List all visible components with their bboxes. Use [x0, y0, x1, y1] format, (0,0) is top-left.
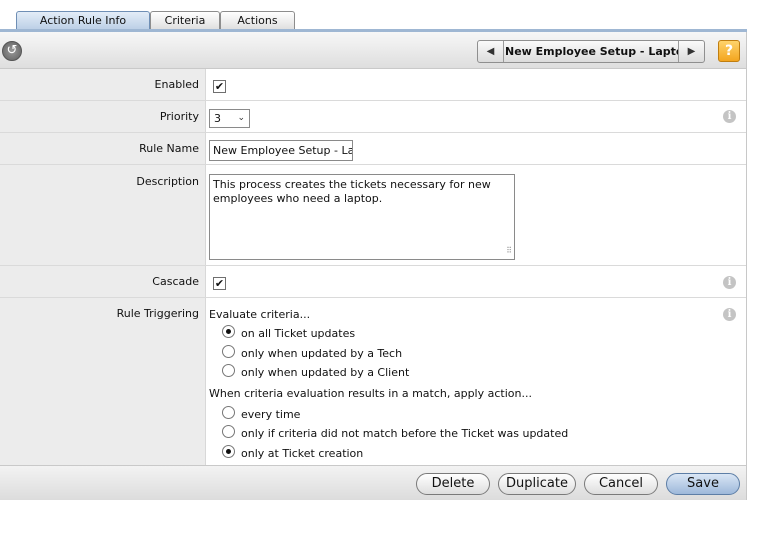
footer-action-bar: Delete Duplicate Cancel Save [0, 465, 746, 500]
label-cell: Rule Triggering [0, 298, 206, 465]
radio-button[interactable] [222, 406, 235, 419]
cascade-row: Cascade ✔ i [0, 266, 746, 298]
radio-label: every time [241, 408, 301, 421]
label-cell: Rule Name [0, 133, 206, 164]
priority-row: Priority 3 ⌄ i [0, 101, 746, 133]
enabled-row: Enabled ✔ [0, 69, 746, 101]
evaluate-criteria-heading: Evaluate criteria... [209, 308, 311, 321]
radio-label: only when updated by a Client [241, 366, 410, 379]
resize-grip-icon[interactable]: ⠿ [506, 244, 512, 258]
label-cell: Cascade [0, 266, 206, 297]
rule-triggering-info-icon[interactable]: i [723, 308, 736, 321]
previous-record-button[interactable]: ◀ [478, 41, 504, 62]
description-row: Description This process creates the tic… [0, 165, 746, 266]
priority-info-icon[interactable]: i [723, 110, 736, 123]
enabled-checkbox[interactable]: ✔ [213, 80, 226, 93]
description-label: Description [136, 175, 199, 188]
label-cell: Enabled [0, 69, 206, 100]
back-icon[interactable]: ↺ [2, 41, 22, 61]
radio-label: on all Ticket updates [241, 327, 356, 340]
radio-label: only if criteria did not match before th… [241, 427, 569, 440]
radio-label: only when updated by a Tech [241, 347, 403, 360]
radio-button[interactable] [222, 325, 235, 338]
radio-button[interactable] [222, 425, 235, 438]
delete-button[interactable]: Delete [416, 473, 490, 495]
priority-label: Priority [159, 110, 199, 123]
help-icon[interactable]: ? [718, 40, 740, 62]
chevron-down-icon: ⌄ [237, 113, 245, 123]
rule-triggering-row: Rule Triggering i Evaluate criteria... o… [0, 298, 746, 465]
rule-triggering-label: Rule Triggering [116, 307, 199, 320]
radio-button[interactable] [222, 364, 235, 377]
cascade-label: Cascade [152, 275, 199, 288]
next-record-button[interactable]: ▶ [678, 41, 704, 62]
priority-select[interactable]: 3 ⌄ [209, 109, 250, 128]
label-cell: Description [0, 165, 206, 265]
description-text: This process creates the tickets necessa… [213, 178, 491, 205]
save-button[interactable]: Save [666, 473, 740, 495]
radio-label: only at Ticket creation [241, 447, 364, 460]
cascade-info-icon[interactable]: i [723, 276, 736, 289]
record-title: New Employee Setup - Laptop [505, 45, 678, 58]
rule-name-label: Rule Name [139, 142, 199, 155]
radio-button[interactable] [222, 345, 235, 358]
priority-value: 3 [214, 112, 221, 125]
tab-bar: Action Rule Info Criteria Actions [0, 0, 747, 32]
main-panel: ↺ ◀ New Employee Setup - Laptop ▶ ? Enab… [0, 32, 747, 500]
apply-action-heading: When criteria evaluation results in a ma… [209, 387, 532, 400]
cascade-checkbox[interactable]: ✔ [213, 277, 226, 290]
radio-button[interactable] [222, 445, 235, 458]
record-navigator: ◀ New Employee Setup - Laptop ▶ [477, 40, 705, 63]
record-toolbar: ↺ ◀ New Employee Setup - Laptop ▶ ? [0, 32, 746, 69]
description-textarea[interactable]: This process creates the tickets necessa… [209, 174, 515, 260]
label-cell: Priority [0, 101, 206, 132]
enabled-label: Enabled [154, 78, 199, 91]
rule-name-input[interactable]: New Employee Setup - Laptop [209, 140, 353, 161]
tab-actions[interactable]: Actions [220, 11, 295, 31]
tab-criteria[interactable]: Criteria [150, 11, 220, 31]
duplicate-button[interactable]: Duplicate [498, 473, 576, 495]
cancel-button[interactable]: Cancel [584, 473, 658, 495]
rule-name-row: Rule Name New Employee Setup - Laptop [0, 133, 746, 165]
